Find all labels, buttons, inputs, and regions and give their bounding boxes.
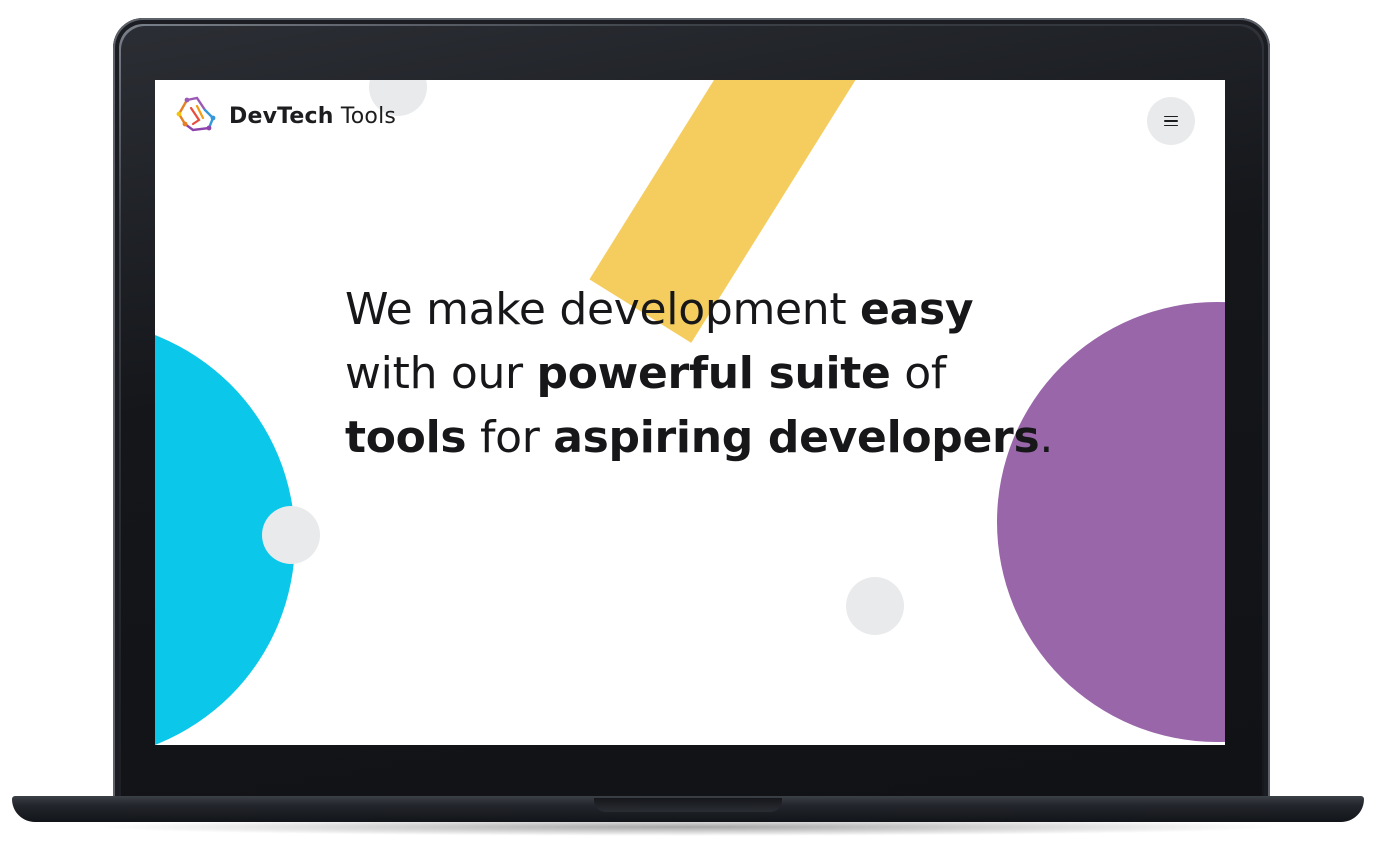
headline-emphasis: aspiring developers	[553, 412, 1040, 463]
brand-name: DevTech Tools	[229, 103, 397, 129]
headline-text: of	[890, 348, 947, 399]
laptop-notch	[594, 798, 782, 812]
headline-emphasis: powerful suite	[536, 348, 891, 399]
headline-emphasis: tools	[345, 412, 467, 463]
gray-dot-middle	[846, 577, 904, 635]
laptop-mockup: DevTech Tools We make development easy w…	[0, 0, 1376, 848]
headline-text: with our	[345, 348, 537, 399]
headline-text: .	[1039, 412, 1054, 463]
hero-headline: We make development easy with our powerf…	[345, 278, 1065, 470]
hamburger-menu-icon	[1164, 115, 1178, 127]
hexagon-circuit-logo-icon	[176, 96, 216, 132]
brand-logo-link[interactable]: DevTech Tools	[175, 94, 396, 138]
gray-dot-left	[262, 506, 320, 564]
headline-text: for	[466, 412, 554, 463]
headline-text: We make development	[345, 284, 861, 335]
menu-button[interactable]	[1147, 97, 1195, 145]
headline-emphasis: easy	[860, 284, 974, 335]
website-screen: DevTech Tools We make development easy w…	[155, 80, 1225, 745]
